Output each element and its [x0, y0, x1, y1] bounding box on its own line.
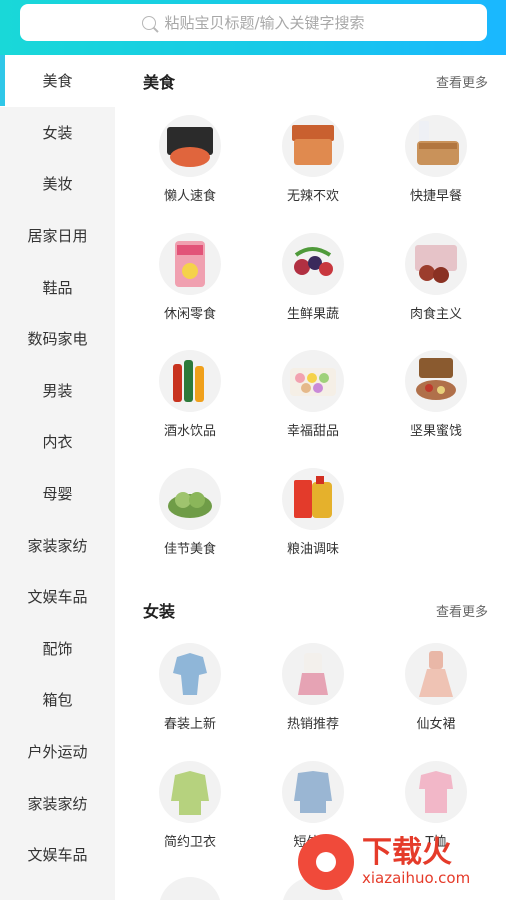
item-label: 春装上新 [163, 717, 216, 732]
product-thumbnail [282, 350, 344, 412]
item-label: 坚果蜜饯 [409, 424, 462, 439]
section-header-womens: 女装 查看更多 [143, 598, 488, 622]
sidebar-item-mens[interactable]: 男装 [0, 365, 115, 417]
category-item[interactable]: 佳节美食 [140, 468, 240, 557]
category-item[interactable]: 无辣不欢 [263, 115, 363, 204]
sidebar-item-label: 数码家电 [27, 330, 88, 349]
category-item[interactable]: 春装上新 [140, 643, 240, 732]
sidebar-item-home-textile-2[interactable]: 家装家纺 [0, 777, 115, 829]
search-placeholder: 粘贴宝贝标题/输入关键字搜索 [164, 14, 365, 32]
sidebar-item-label: 文娱车品 [27, 588, 88, 607]
item-label: 仙女裙 [416, 717, 456, 732]
sidebar-item-label: 家装家纺 [27, 536, 88, 555]
category-sidebar: 美食 女装 美妆 居家日用 鞋品 数码家电 男装 内衣 母婴 家装家纺 文娱车品… [0, 55, 115, 900]
category-item[interactable]: 休闲零食 [140, 233, 240, 322]
product-thumbnail [282, 643, 344, 705]
sidebar-item-label: 户外运动 [27, 743, 88, 762]
sidebar-item-label: 美食 [42, 72, 73, 91]
product-thumbnail [282, 468, 344, 530]
item-label: 热销推荐 [286, 717, 339, 732]
product-thumbnail [159, 877, 221, 900]
category-item[interactable]: 坚果蜜饯 [386, 350, 486, 439]
sidebar-item-label: 居家日用 [27, 227, 88, 246]
sidebar-item-entertainment-2[interactable]: 文娱车品 [0, 829, 115, 881]
item-label: 无辣不欢 [286, 189, 339, 204]
sidebar-item-label: 美妆 [42, 175, 73, 194]
sidebar-item-entertainment[interactable]: 文娱车品 [0, 571, 115, 623]
item-label: 肉食主义 [409, 307, 462, 322]
category-item[interactable]: 粮油调味 [263, 468, 363, 557]
sidebar-item-label: 女装 [42, 123, 73, 142]
item-label: 幸福甜品 [286, 424, 339, 439]
product-thumbnail [159, 643, 221, 705]
category-item[interactable]: 懒人速食 [140, 115, 240, 204]
sidebar-item-label: 男装 [42, 381, 73, 400]
fire-logo-icon [298, 834, 354, 890]
item-label: 懒人速食 [163, 189, 216, 204]
product-thumbnail [405, 233, 467, 295]
sidebar-item-label: 内衣 [42, 433, 73, 452]
product-thumbnail [159, 115, 221, 177]
product-thumbnail [159, 761, 221, 823]
sidebar-item-outdoor[interactable]: 户外运动 [0, 726, 115, 778]
product-thumbnail [282, 761, 344, 823]
watermark-sub: xiazaihuo.com [362, 869, 471, 887]
item-label: 粮油调味 [286, 542, 339, 557]
category-item[interactable]: 酒水饮品 [140, 350, 240, 439]
product-thumbnail [405, 350, 467, 412]
section-title: 女装 [143, 602, 176, 621]
product-thumbnail [405, 761, 467, 823]
section-header-food: 美食 查看更多 [143, 69, 488, 93]
item-label: 休闲零食 [163, 307, 216, 322]
product-thumbnail [282, 233, 344, 295]
sidebar-item-label: 箱包 [42, 691, 73, 710]
sidebar-item-label: 家装家纺 [27, 794, 88, 813]
category-item[interactable]: 肉食主义 [386, 233, 486, 322]
category-content: 美食 查看更多 懒人速食 无辣不欢 快捷早餐 休闲零食 生鲜果蔬 肉食主义 酒水… [115, 55, 506, 900]
product-thumbnail [159, 350, 221, 412]
sidebar-item-home[interactable]: 居家日用 [0, 210, 115, 262]
sidebar-item-womens[interactable]: 女装 [0, 107, 115, 159]
site-watermark: 下载火 xiazaihuo.com [298, 832, 498, 892]
section-title: 美食 [143, 73, 176, 92]
sidebar-item-accessories[interactable]: 配饰 [0, 623, 115, 675]
active-indicator [0, 55, 5, 106]
item-label: 酒水饮品 [163, 424, 216, 439]
product-thumbnail [405, 115, 467, 177]
category-item[interactable]: 生鲜果蔬 [263, 233, 363, 322]
item-label: 佳节美食 [163, 542, 216, 557]
category-item[interactable]: 简约卫衣 [140, 761, 240, 850]
category-item[interactable]: 热销推荐 [263, 643, 363, 732]
sidebar-item-label: 母婴 [42, 485, 73, 504]
view-more-link[interactable]: 查看更多 [436, 72, 488, 91]
search-icon [142, 15, 157, 30]
sidebar-item-underwear[interactable]: 内衣 [0, 416, 115, 468]
sidebar-item-label: 配饰 [42, 639, 73, 658]
search-bar[interactable]: 粘贴宝贝标题/输入关键字搜索 [20, 4, 487, 41]
sidebar-item-label: 鞋品 [42, 278, 73, 297]
sidebar-item-label: 文娱车品 [27, 846, 88, 865]
category-item[interactable]: 快捷早餐 [386, 115, 486, 204]
top-header: 粘贴宝贝标题/输入关键字搜索 [0, 0, 506, 55]
product-thumbnail [159, 468, 221, 530]
sidebar-item-shoes[interactable]: 鞋品 [0, 261, 115, 313]
watermark-main: 下载火 [362, 835, 452, 870]
sidebar-item-food[interactable]: 美食 [0, 55, 115, 107]
product-thumbnail [282, 115, 344, 177]
item-label: 快捷早餐 [409, 189, 462, 204]
item-label: 生鲜果蔬 [286, 307, 339, 322]
sidebar-item-bags[interactable]: 箱包 [0, 674, 115, 726]
view-more-link[interactable]: 查看更多 [436, 601, 488, 620]
category-item[interactable]: 仙女裙 [386, 643, 486, 732]
sidebar-item-digital[interactable]: 数码家电 [0, 313, 115, 365]
sidebar-item-baby[interactable]: 母婴 [0, 468, 115, 520]
product-thumbnail [159, 233, 221, 295]
item-label: 简约卫衣 [163, 835, 216, 850]
sidebar-item-beauty[interactable]: 美妆 [0, 158, 115, 210]
category-item[interactable]: 幸福甜品 [263, 350, 363, 439]
product-thumbnail [405, 643, 467, 705]
sidebar-item-home-textile[interactable]: 家装家纺 [0, 519, 115, 571]
